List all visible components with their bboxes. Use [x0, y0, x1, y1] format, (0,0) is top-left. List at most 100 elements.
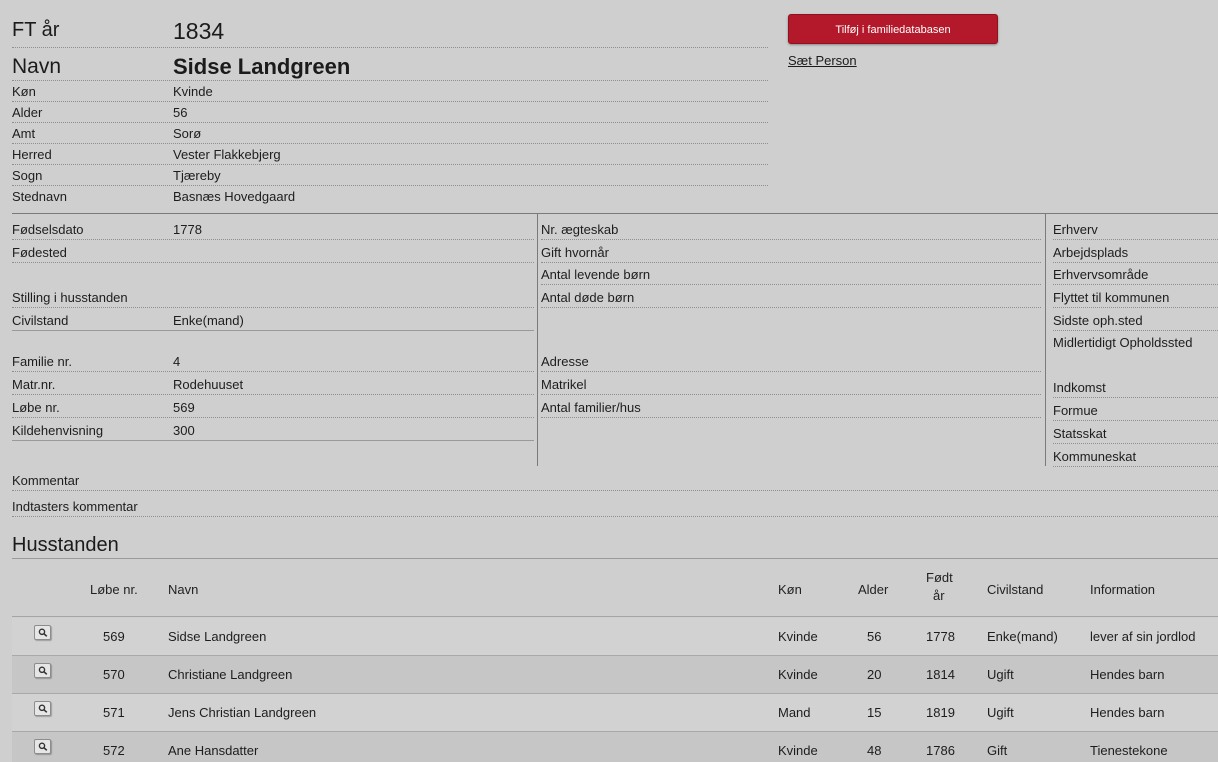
field-value: Tjæreby: [173, 168, 221, 183]
field-row: Stilling i husstanden: [12, 288, 534, 308]
household-title: Husstanden: [12, 534, 119, 556]
col-kon[interactable]: Køn: [778, 582, 802, 597]
field-row: Erhvervsområde: [1053, 265, 1218, 285]
entry-comment-row: Indtasters kommentar: [12, 497, 1218, 517]
field-value: 4: [173, 354, 181, 369]
field-label: Familie nr.: [12, 354, 72, 369]
ft-year-label: FT år: [12, 19, 60, 41]
col-information[interactable]: Information: [1090, 582, 1155, 597]
field-label: Nr. ægteskab: [541, 222, 619, 237]
field-label: Sidste oph.sted: [1053, 313, 1143, 328]
ft-year-value: 1834: [173, 18, 225, 44]
ft-row-divider: [12, 47, 768, 48]
field-row: Antal levende børn: [541, 265, 1041, 285]
table-row[interactable]: 570 Christiane Landgreen Kvinde 20 1814 …: [12, 656, 1218, 694]
field-label: Antal levende børn: [541, 267, 651, 282]
name-value: Sidse Landgreen: [173, 54, 351, 79]
magnifier-icon[interactable]: [34, 663, 51, 678]
field-label: Statsskat: [1053, 426, 1107, 441]
field-row: Gift hvornår: [541, 243, 1041, 263]
cell-information: Tienestekone: [1090, 743, 1168, 758]
cell-civilstand: Ugift: [987, 667, 1014, 682]
cell-civilstand: Ugift: [987, 705, 1014, 720]
field-row: Amt Sorø: [12, 124, 768, 144]
col-alder[interactable]: Alder: [858, 582, 888, 597]
section-divider: [12, 213, 1218, 214]
field-row: Arbejdsplads: [1053, 243, 1218, 263]
field-row: Statsskat: [1053, 424, 1218, 444]
field-row: Familie nr. 4: [12, 352, 534, 372]
table-row[interactable]: 571 Jens Christian Landgreen Mand 15 181…: [12, 694, 1218, 732]
field-value: Kvinde: [173, 84, 213, 99]
field-label: Civilstand: [12, 313, 69, 328]
col-fodt-ar[interactable]: år: [933, 588, 945, 603]
magnifier-icon[interactable]: [34, 625, 51, 640]
field-label: Adresse: [541, 354, 589, 369]
col-lobe-nr[interactable]: Løbe nr.: [90, 582, 138, 597]
field-row: Civilstand Enke(mand): [12, 311, 534, 331]
col-fodt[interactable]: Født: [926, 570, 953, 585]
field-label: Erhvervsområde: [1053, 267, 1149, 282]
cell-information: Hendes barn: [1090, 667, 1165, 682]
cell-kon: Kvinde: [778, 629, 818, 644]
cell-kon: Kvinde: [778, 743, 818, 758]
cell-navn: Ane Hansdatter: [168, 743, 259, 758]
field-row: Sidste oph.sted: [1053, 311, 1218, 331]
field-row: Antal døde børn: [541, 288, 1041, 308]
field-row: Adresse: [541, 352, 1041, 372]
cell-navn: Sidse Landgreen: [168, 629, 267, 644]
field-value: 300: [173, 423, 195, 438]
cell-lobe-nr: 570: [103, 667, 125, 682]
field-label: Matr.nr.: [12, 377, 56, 392]
field-label: Fødselsdato: [12, 222, 84, 237]
field-row: Sogn Tjæreby: [12, 166, 768, 186]
field-row: Fødselsdato 1778: [12, 220, 534, 240]
field-row: Fødested: [12, 243, 534, 263]
cell-alder: 48: [867, 743, 882, 758]
cell-kon: Mand: [778, 705, 811, 720]
cell-alder: 56: [867, 629, 882, 644]
field-row: Flyttet til kommunen: [1053, 288, 1218, 308]
add-to-family-database-button[interactable]: Tilføj i familiedatabasen: [788, 14, 998, 44]
field-row: Antal familier/hus: [541, 398, 1041, 418]
field-label: Antal familier/hus: [541, 400, 641, 415]
field-row: Kommuneskat: [1053, 447, 1218, 467]
field-row: Løbe nr. 569: [12, 398, 534, 418]
field-row: Matrikel: [541, 375, 1041, 395]
table-row[interactable]: 569 Sidse Landgreen Kvinde 56 1778 Enke(…: [12, 618, 1218, 656]
field-row: Midlertidigt Opholdssted: [1053, 333, 1218, 353]
field-label: Gift hvornår: [541, 245, 609, 260]
field-label: Midlertidigt Opholdssted: [1053, 335, 1193, 350]
set-person-link[interactable]: Sæt Person: [788, 53, 857, 68]
field-label: Indkomst: [1053, 380, 1106, 395]
cell-lobe-nr: 571: [103, 705, 125, 720]
col-navn[interactable]: Navn: [168, 582, 198, 597]
col-civilstand[interactable]: Civilstand: [987, 582, 1043, 597]
field-value: Basnæs Hovedgaard: [173, 189, 296, 204]
cell-civilstand: Enke(mand): [987, 629, 1058, 644]
cell-navn: Jens Christian Landgreen: [168, 705, 317, 720]
field-label: Flyttet til kommunen: [1053, 290, 1170, 305]
cell-fodt: 1786: [926, 743, 955, 758]
cell-fodt: 1814: [926, 667, 955, 682]
field-row: Nr. ægteskab: [541, 220, 1041, 240]
column-divider: [537, 214, 538, 466]
field-value: Vester Flakkebjerg: [173, 147, 281, 162]
cell-lobe-nr: 572: [103, 743, 125, 758]
field-label: Amt: [12, 126, 36, 141]
field-label: Løbe nr.: [12, 400, 60, 415]
name-row-divider: [12, 80, 768, 81]
field-row: Erhverv: [1053, 220, 1218, 240]
field-label: Matrikel: [541, 377, 587, 392]
field-value: Enke(mand): [173, 313, 244, 328]
magnifier-icon[interactable]: [34, 739, 51, 754]
field-row: Kildehenvisning 300: [12, 421, 534, 441]
field-label: Erhverv: [1053, 222, 1098, 237]
field-label: Formue: [1053, 403, 1098, 418]
field-label: Sogn: [12, 168, 43, 183]
table-row[interactable]: 572 Ane Hansdatter Kvinde 48 1786 Gift T…: [12, 732, 1218, 762]
cell-kon: Kvinde: [778, 667, 818, 682]
cell-navn: Christiane Landgreen: [168, 667, 293, 682]
cell-fodt: 1778: [926, 629, 955, 644]
magnifier-icon[interactable]: [34, 701, 51, 716]
